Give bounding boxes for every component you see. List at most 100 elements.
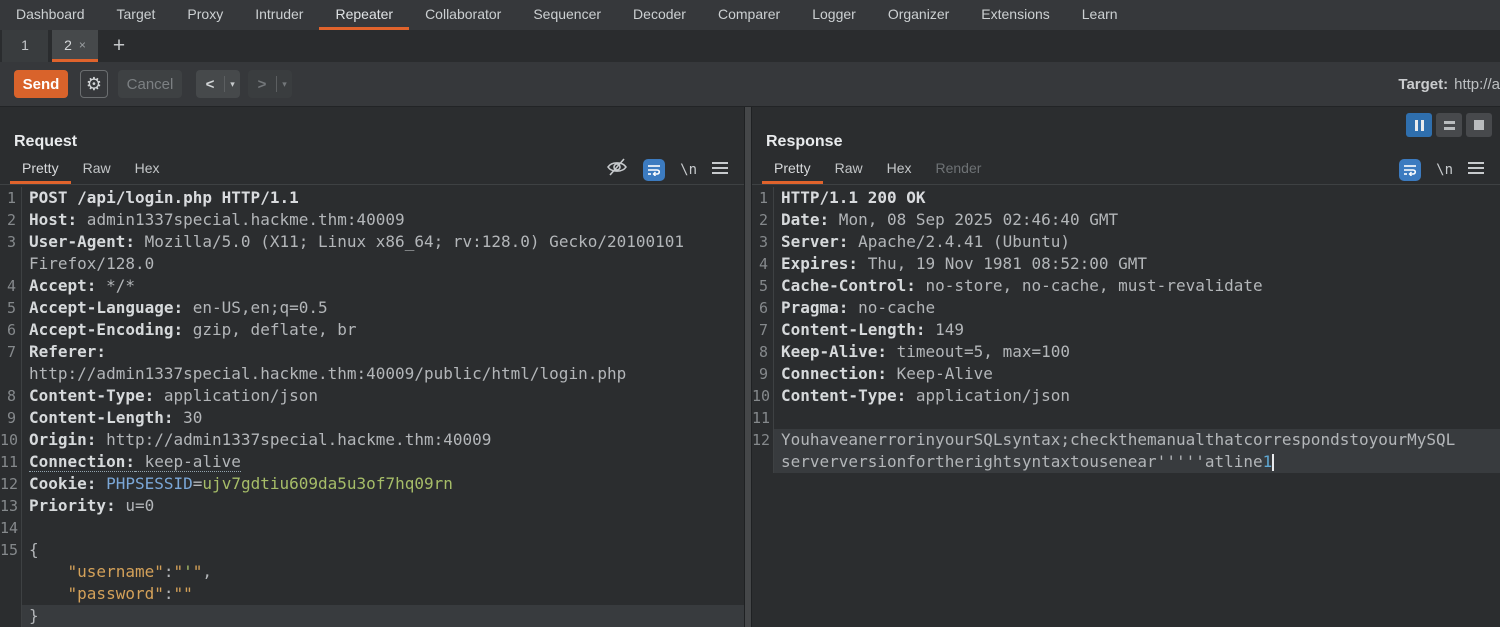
line-number: 14 xyxy=(0,517,22,539)
line-number: 8 xyxy=(0,385,22,407)
show-newlines-icon[interactable]: \n xyxy=(680,162,697,178)
response-panel: Response Pretty Raw Hex Render \n xyxy=(752,107,1500,627)
repeater-tab-bar: 1 2 × + xyxy=(0,30,1500,62)
line-number: 6 xyxy=(752,297,774,319)
line-number xyxy=(0,561,22,583)
response-tab-pretty[interactable]: Pretty xyxy=(762,155,823,184)
line-number: 2 xyxy=(752,209,774,231)
layout-single-button[interactable] xyxy=(1466,113,1492,137)
code-line: 2Host: admin1337special.hackme.thm:40009 xyxy=(0,209,744,231)
code-line: 5Cache-Control: no-store, no-cache, must… xyxy=(752,275,1500,297)
code-line: 12YouhaveanerrorinyourSQLsyntax;checkthe… xyxy=(752,429,1500,451)
response-editor[interactable]: 1HTTP/1.1 200 OK2Date: Mon, 08 Sep 2025 … xyxy=(752,185,1500,627)
menu-logger[interactable]: Logger xyxy=(796,0,872,30)
history-forward-button[interactable]: > ▾ xyxy=(248,70,292,98)
code-line: 6Pragma: no-cache xyxy=(752,297,1500,319)
line-number: 4 xyxy=(752,253,774,275)
request-tab-hex[interactable]: Hex xyxy=(123,155,172,184)
line-number: 12 xyxy=(752,429,774,451)
code-line: 2Date: Mon, 08 Sep 2025 02:46:40 GMT xyxy=(752,209,1500,231)
code-line: 5Accept-Language: en-US,en;q=0.5 xyxy=(0,297,744,319)
code-line: 7Content-Length: 149 xyxy=(752,319,1500,341)
response-editor-icons: \n xyxy=(1399,155,1490,184)
show-newlines-icon[interactable]: \n xyxy=(1436,162,1453,178)
menu-proxy[interactable]: Proxy xyxy=(171,0,239,30)
repeater-main-area: Request Pretty Raw Hex xyxy=(0,107,1500,627)
request-settings-button[interactable]: ⚙ xyxy=(80,70,108,98)
menu-intruder[interactable]: Intruder xyxy=(239,0,319,30)
panel-splitter-handle[interactable] xyxy=(744,107,752,627)
line-number: 7 xyxy=(752,319,774,341)
line-number xyxy=(0,605,22,627)
history-back-button[interactable]: < ▾ xyxy=(196,70,240,98)
code-line: 3User-Agent: Mozilla/5.0 (X11; Linux x86… xyxy=(0,231,744,253)
menu-repeater[interactable]: Repeater xyxy=(319,0,409,30)
menu-target[interactable]: Target xyxy=(101,0,172,30)
layout-columns-button[interactable] xyxy=(1406,113,1432,137)
code-line: 8Content-Type: application/json xyxy=(0,385,744,407)
columns-layout-icon xyxy=(1421,120,1424,131)
line-number: 3 xyxy=(752,231,774,253)
menu-learn[interactable]: Learn xyxy=(1066,0,1134,30)
close-tab-icon[interactable]: × xyxy=(79,38,86,52)
menu-decoder[interactable]: Decoder xyxy=(617,0,702,30)
menu-dashboard[interactable]: Dashboard xyxy=(0,0,101,30)
repeater-tab-2[interactable]: 2 × xyxy=(52,30,98,62)
line-number xyxy=(0,363,22,385)
chevron-down-icon[interactable]: ▾ xyxy=(225,79,240,90)
line-number: 12 xyxy=(0,473,22,495)
line-number xyxy=(0,583,22,605)
line-number: 9 xyxy=(0,407,22,429)
repeater-tab-1[interactable]: 1 xyxy=(2,30,48,62)
add-tab-button[interactable]: + xyxy=(102,30,136,62)
code-line: 8Keep-Alive: timeout=5, max=100 xyxy=(752,341,1500,363)
code-line: 11 xyxy=(752,407,1500,429)
code-line: 13Priority: u=0 xyxy=(0,495,744,517)
hide-highlights-eye-off-icon[interactable] xyxy=(606,157,628,182)
layout-rows-button[interactable] xyxy=(1436,113,1462,137)
response-tab-raw[interactable]: Raw xyxy=(823,155,875,184)
line-number: 1 xyxy=(752,187,774,209)
editor-menu-icon[interactable] xyxy=(1468,161,1484,179)
line-number: 15 xyxy=(0,539,22,561)
line-number: 8 xyxy=(752,341,774,363)
menu-organizer[interactable]: Organizer xyxy=(872,0,965,30)
code-line: Firefox/128.0 xyxy=(0,253,744,275)
menu-sequencer[interactable]: Sequencer xyxy=(517,0,617,30)
code-line: http://admin1337special.hackme.thm:40009… xyxy=(0,363,744,385)
word-wrap-icon[interactable] xyxy=(1399,159,1421,181)
send-button[interactable]: Send xyxy=(14,70,68,98)
menu-extensions[interactable]: Extensions xyxy=(965,0,1065,30)
response-tab-render[interactable]: Render xyxy=(924,155,994,184)
repeater-toolbar: Send ⚙ Cancel < ▾ > ▾ Target: http://a xyxy=(0,62,1500,107)
repeater-tab-1-label: 1 xyxy=(21,37,29,53)
line-number: 9 xyxy=(752,363,774,385)
single-layout-icon xyxy=(1474,120,1484,130)
rows-layout-icon xyxy=(1444,121,1455,130)
line-number xyxy=(752,451,774,473)
line-number: 1 xyxy=(0,187,22,209)
code-line: 11Connection: keep-alive xyxy=(0,451,744,473)
response-tab-hex[interactable]: Hex xyxy=(875,155,924,184)
line-number: 3 xyxy=(0,231,22,253)
code-line: 14 xyxy=(0,517,744,539)
target-display: Target: http://a xyxy=(1398,62,1500,107)
code-line: 10Content-Type: application/json xyxy=(752,385,1500,407)
editor-menu-icon[interactable] xyxy=(712,161,728,179)
code-line: 6Accept-Encoding: gzip, deflate, br xyxy=(0,319,744,341)
target-label: Target: xyxy=(1398,76,1448,93)
code-line: 9Connection: Keep-Alive xyxy=(752,363,1500,385)
request-tab-pretty[interactable]: Pretty xyxy=(10,155,71,184)
request-tab-raw[interactable]: Raw xyxy=(71,155,123,184)
code-line: 4Accept: */* xyxy=(0,275,744,297)
chevron-down-icon[interactable]: ▾ xyxy=(277,79,292,90)
request-panel: Request Pretty Raw Hex xyxy=(0,107,744,627)
code-line: "username":"'", xyxy=(0,561,744,583)
request-editor[interactable]: 1POST /api/login.php HTTP/1.12Host: admi… xyxy=(0,185,744,627)
menu-comparer[interactable]: Comparer xyxy=(702,0,796,30)
menu-collaborator[interactable]: Collaborator xyxy=(409,0,517,30)
line-number: 13 xyxy=(0,495,22,517)
request-view-tabs: Pretty Raw Hex xyxy=(0,155,744,185)
cancel-button[interactable]: Cancel xyxy=(118,70,182,98)
word-wrap-icon[interactable] xyxy=(643,159,665,181)
